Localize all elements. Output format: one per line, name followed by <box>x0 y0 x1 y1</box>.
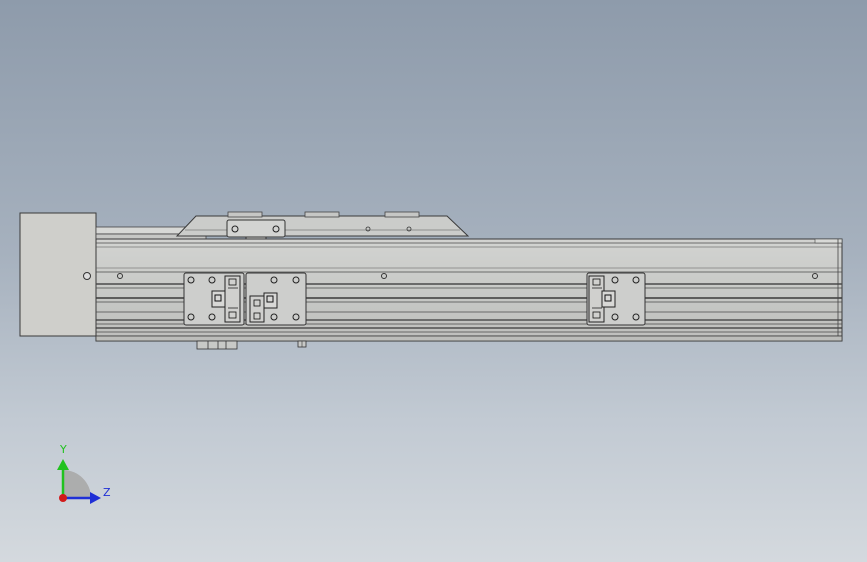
bottom-nut-icon <box>297 340 307 348</box>
coordinate-triad <box>57 459 101 504</box>
z-axis-label: Z <box>103 486 111 499</box>
carriage-plate[interactable] <box>175 211 470 237</box>
mounting-bracket-right[interactable] <box>586 272 646 326</box>
mounting-bracket-left[interactable] <box>183 272 245 326</box>
linear-actuator-model[interactable] <box>0 0 867 562</box>
rail-bottom-edge <box>95 335 843 342</box>
motor-screw-icon <box>83 272 91 280</box>
x-axis-dot-icon <box>59 494 67 502</box>
y-axis-label: Y <box>60 443 67 456</box>
cad-viewport[interactable]: Y Z <box>0 0 867 562</box>
mounting-bracket-center[interactable] <box>245 272 307 326</box>
motor-housing[interactable] <box>19 212 97 337</box>
triad-arc-icon <box>63 470 91 498</box>
bottom-fitting <box>196 340 238 350</box>
